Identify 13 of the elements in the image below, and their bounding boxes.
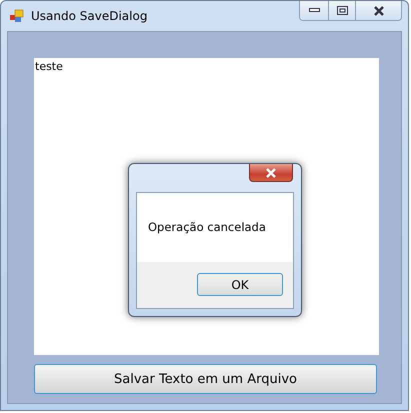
- close-button[interactable]: [356, 1, 401, 20]
- save-button[interactable]: Salvar Texto em um Arquivo: [34, 364, 377, 394]
- dialog-message: Operação cancelada: [147, 219, 267, 236]
- app-icon: [9, 9, 25, 23]
- window-title: Usando SaveDialog: [31, 9, 148, 23]
- maximize-button[interactable]: [329, 1, 356, 20]
- minimize-button[interactable]: [300, 1, 329, 20]
- ok-button[interactable]: OK: [197, 273, 283, 296]
- maximize-icon: [336, 6, 348, 15]
- close-button[interactable]: [249, 164, 293, 182]
- close-icon: [265, 168, 277, 178]
- minimize-icon: [308, 8, 320, 13]
- close-icon: [372, 6, 384, 16]
